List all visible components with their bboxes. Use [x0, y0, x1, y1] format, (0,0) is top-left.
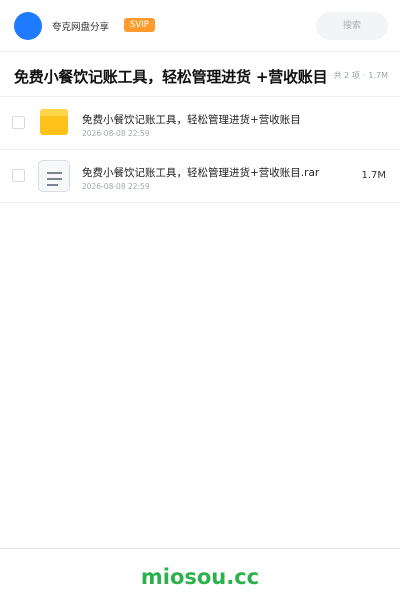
item-count: 共 2 项: [333, 71, 360, 80]
file-row-archive[interactable]: 免费小餐饮记账工具，轻松管理进货+营收账目.rar 2026-08-08 22:…: [0, 150, 400, 203]
footer-bar: miosou.cc: [0, 548, 400, 600]
file-size: 1.7M: [361, 170, 386, 181]
meta-separator: ·: [362, 71, 366, 80]
share-meta: 共 2 项 · 1.7M: [334, 70, 388, 81]
file-date: 2026-08-08 22:59: [82, 182, 150, 191]
svip-badge: SVIP: [124, 18, 155, 32]
file-name[interactable]: 免费小餐饮记账工具，轻松管理进货+营收账目.rar: [82, 165, 319, 180]
file-list: 免费小餐饮记账工具，轻松管理进货+营收账目 2026-08-08 22:59 免…: [0, 97, 400, 203]
search-input[interactable]: 搜索: [316, 12, 388, 40]
share-title-row: 免费小餐饮记账工具，轻松管理进货 +营收账目 共 2 项 · 1.7M: [0, 53, 400, 97]
folder-icon: [38, 107, 70, 139]
select-checkbox[interactable]: [12, 116, 25, 129]
user-avatar[interactable]: [14, 12, 42, 40]
file-name[interactable]: 免费小餐饮记账工具，轻松管理进货+营收账目: [82, 112, 301, 127]
total-size: 1.7M: [368, 71, 388, 80]
file-date: 2026-08-08 22:59: [82, 129, 150, 138]
document-icon: [38, 160, 70, 192]
user-name: 夸克网盘分享: [52, 22, 110, 33]
file-row-folder[interactable]: 免费小餐饮记账工具，轻松管理进货+营收账目 2026-08-08 22:59: [0, 97, 400, 150]
site-watermark: miosou.cc: [140, 565, 260, 589]
top-header: 夸克网盘分享 SVIP 搜索: [0, 0, 400, 52]
select-checkbox[interactable]: [12, 169, 25, 182]
page-title: 免费小餐饮记账工具，轻松管理进货 +营收账目: [14, 68, 328, 86]
